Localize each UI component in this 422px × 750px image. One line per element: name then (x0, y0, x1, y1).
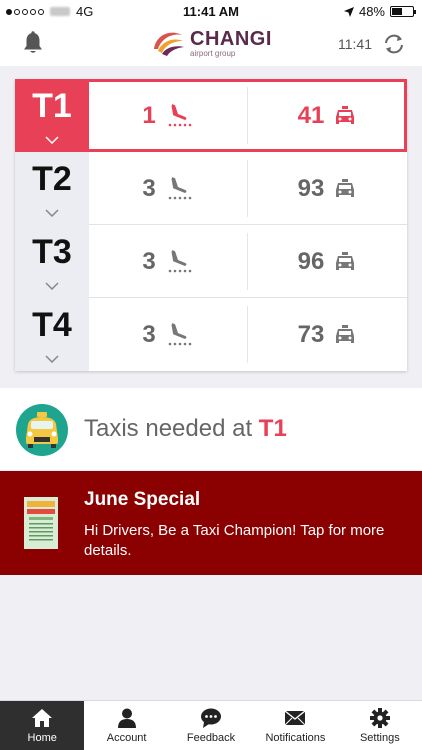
arriving-flights-cell: 3 (89, 298, 247, 371)
home-icon (32, 709, 53, 727)
taxis-needed-text: Taxis needed at T1 (84, 415, 287, 443)
promo-title: June Special (84, 489, 201, 510)
terminal-name: T3 (32, 233, 72, 271)
tab-label: Home (27, 732, 57, 744)
taxi-queue-cell: 93 (247, 152, 407, 225)
terminal-row-t4[interactable]: T4 3 73 (15, 298, 407, 371)
taxi-queue-count: 41 (297, 101, 325, 129)
arriving-flights-cell: 3 (89, 152, 247, 225)
terminal-name: T1 (32, 87, 72, 125)
terminal-row-t1[interactable]: T1 1 41 (15, 79, 407, 152)
logo-title: CHANGI (190, 27, 272, 50)
taxis-needed-prefix: Taxis needed at (84, 415, 253, 442)
tab-label: Account (106, 732, 147, 744)
plane-landing-icon (168, 322, 191, 345)
battery-percent: 48% (358, 4, 385, 19)
chevron-down-icon[interactable] (45, 355, 59, 363)
taxi-icon (336, 324, 355, 343)
tab-label: Notifications (265, 732, 326, 744)
battery-icon (390, 6, 416, 17)
terminal-name: T4 (32, 306, 72, 344)
terminal-row-t3[interactable]: T3 3 96 (15, 225, 407, 298)
envelope-icon (284, 710, 306, 726)
terminal-label: T2 (15, 152, 89, 225)
arriving-flights-cell: 1 (89, 79, 247, 152)
arriving-flights-count: 3 (142, 174, 156, 202)
bottom-tab-bar: Home Account Feedback Notifications Sett… (0, 700, 422, 750)
app-header: CHANGI airport group 11:41 (0, 22, 422, 66)
promo-banner[interactable]: June Special Hi Drivers, Be a Taxi Champ… (0, 471, 422, 575)
taxi-queue-cell: 96 (247, 225, 407, 298)
changi-logo: CHANGI airport group (150, 27, 272, 59)
bell-icon[interactable] (22, 31, 44, 55)
tab-label: Feedback (186, 732, 236, 744)
chat-bubble-icon (201, 708, 222, 728)
promo-body: Hi Drivers, Be a Taxi Champion! Tap for … (84, 522, 385, 559)
refresh-icon[interactable] (382, 33, 406, 55)
status-bar: 4G 11:41 AM 48% (0, 0, 422, 22)
person-icon (117, 708, 136, 728)
arriving-flights-count: 3 (142, 320, 156, 348)
terminal-label: T1 (15, 79, 89, 152)
changi-logo-mark (154, 32, 184, 56)
terminal-label: T3 (15, 225, 89, 298)
taxi-queue-count: 73 (297, 320, 325, 348)
taxi-icon (336, 251, 355, 270)
tab-label: Settings (359, 732, 400, 744)
status-right: 48% (343, 4, 416, 19)
tab-account[interactable]: Account (84, 701, 168, 750)
taxi-queue-count: 93 (297, 174, 325, 202)
terminal-row-t2[interactable]: T2 3 93 (15, 152, 407, 225)
last-updated-time: 11:41 (338, 36, 372, 52)
location-arrow-icon (343, 6, 354, 17)
tab-settings[interactable]: Settings (338, 701, 422, 750)
taxi-front-icon (16, 404, 68, 456)
arriving-flights-count: 1 (142, 101, 156, 129)
arriving-flights-cell: 3 (89, 225, 247, 298)
gear-icon (369, 708, 390, 728)
tab-feedback[interactable]: Feedback (169, 701, 253, 750)
chevron-down-icon[interactable] (45, 136, 59, 144)
arriving-flights-count: 3 (142, 247, 156, 275)
promo-poster-icon (24, 497, 58, 549)
tab-notifications[interactable]: Notifications (253, 701, 337, 750)
taxis-needed-terminal: T1 (258, 415, 287, 442)
taxi-queue-count: 96 (297, 247, 325, 275)
taxi-icon (336, 105, 355, 124)
tab-home[interactable]: Home (0, 701, 85, 750)
taxis-needed-panel[interactable]: Taxis needed at T1 (0, 388, 422, 470)
taxi-icon (336, 178, 355, 197)
plane-landing-icon (168, 176, 191, 199)
terminal-label: T4 (15, 298, 89, 371)
plane-landing-icon (168, 103, 191, 126)
chevron-down-icon[interactable] (45, 282, 59, 290)
terminal-name: T2 (32, 160, 72, 198)
taxi-queue-cell: 41 (247, 79, 407, 152)
logo-subtitle: airport group (190, 48, 236, 58)
chevron-down-icon[interactable] (45, 209, 59, 217)
taxi-queue-cell: 73 (247, 298, 407, 371)
terminal-list: T1 1 41 T2 3 93 T3 3 96 T4 3 73 (15, 79, 407, 371)
plane-landing-icon (168, 249, 191, 272)
